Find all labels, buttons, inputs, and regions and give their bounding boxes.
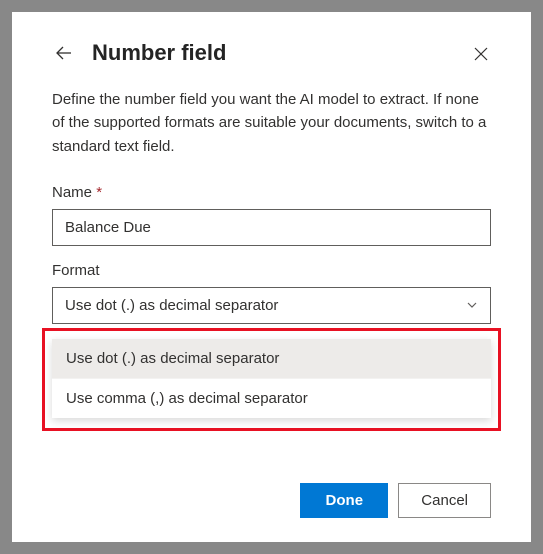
name-input[interactable] xyxy=(52,209,491,246)
format-option-comma[interactable]: Use comma (,) as decimal separator xyxy=(52,379,491,418)
back-button[interactable] xyxy=(52,41,76,65)
required-indicator: * xyxy=(96,184,102,201)
dialog-description: Define the number field you want the AI … xyxy=(52,88,491,158)
format-label: Format xyxy=(52,262,491,279)
format-select[interactable]: Use dot (.) as decimal separator xyxy=(52,287,491,324)
close-button[interactable] xyxy=(471,44,491,64)
name-label: Name * xyxy=(52,184,491,201)
close-icon xyxy=(474,47,488,61)
format-selected-value: Use dot (.) as decimal separator xyxy=(65,297,278,314)
arrow-left-icon xyxy=(55,44,73,62)
format-dropdown-highlight: Use dot (.) as decimal separator Use com… xyxy=(42,328,501,431)
dialog-header: Number field xyxy=(52,40,491,66)
format-dropdown-list: Use dot (.) as decimal separator Use com… xyxy=(52,339,491,418)
format-option-dot[interactable]: Use dot (.) as decimal separator xyxy=(52,339,491,379)
cancel-button[interactable]: Cancel xyxy=(398,483,491,518)
done-button[interactable]: Done xyxy=(300,483,388,518)
chevron-down-icon xyxy=(466,299,478,311)
name-label-text: Name xyxy=(52,184,92,201)
dialog-footer: Done Cancel xyxy=(300,483,491,518)
dialog-title: Number field xyxy=(92,40,226,66)
number-field-dialog: Number field Define the number field you… xyxy=(12,12,531,542)
